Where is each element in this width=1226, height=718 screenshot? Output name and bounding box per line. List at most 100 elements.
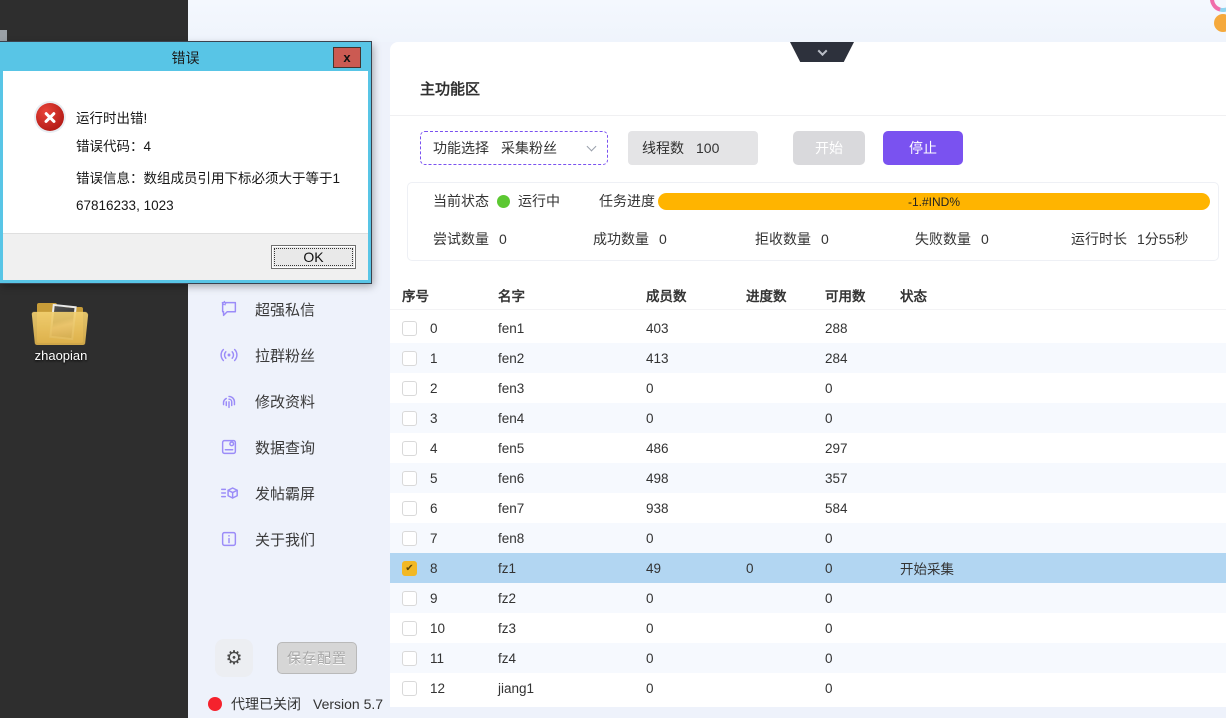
dialog-title: 错误 [172,48,200,68]
table-row[interactable]: 3 fen4 0 0 [390,403,1226,433]
cube-list-icon [218,482,240,504]
cell-available: 0 [825,561,900,576]
stop-button[interactable]: 停止 [883,131,963,165]
settings-button[interactable]: ⚙ [215,639,253,677]
controls-row: 功能选择 采集粉丝 线程数 100 开始 停止 [390,131,1226,165]
stat-label: 拒收数量 [755,229,811,249]
threads-label: 线程数 [642,138,684,158]
row-checkbox[interactable] [402,531,417,546]
table-row[interactable]: 5 fen6 498 357 [390,463,1226,493]
table-row[interactable]: 12 jiang1 0 0 [390,673,1226,703]
cell-available: 284 [825,351,900,366]
cell-available: 288 [825,321,900,336]
collapse-handle[interactable] [790,42,854,62]
desktop-folder-zhaopian[interactable]: zhaopian [25,303,97,363]
error-info-line: 错误信息：数组成员引用下标必须大于等于1 [76,167,340,187]
cell-available: 0 [825,591,900,606]
row-checkbox[interactable] [402,651,417,666]
cell-index: 6 [430,501,498,516]
stat-item: 失败数量 0 [915,229,989,249]
cell-members: 413 [646,351,746,366]
info-icon [218,528,240,550]
stat-item: 拒收数量 0 [755,229,829,249]
row-checkbox[interactable] [402,471,417,486]
dialog-titlebar[interactable]: 错误 [3,45,368,71]
ok-button[interactable]: OK [271,245,356,269]
current-status-value: 运行中 [518,191,560,211]
current-status-label: 当前状态 [433,191,489,211]
cell-available: 0 [825,411,900,426]
table-row[interactable]: 9 fz2 0 0 [390,583,1226,613]
row-checkbox[interactable] [402,621,417,636]
cell-members: 0 [646,651,746,666]
error-detail-numbers: 67816233, 1023 [76,198,174,213]
row-checkbox[interactable] [402,501,417,516]
cell-index: 2 [430,381,498,396]
table-row[interactable]: ✔ 8 fz1 49 0 0 开始采集 [390,553,1226,583]
sidebar-item-cube-list[interactable]: 发帖霸屏 [188,470,390,516]
cell-index: 11 [430,651,498,666]
stat-item: 运行时长 1分55秒 [1071,229,1188,249]
cell-index: 10 [430,621,498,636]
row-checkbox[interactable] [402,381,417,396]
function-select-value: 采集粉丝 [501,138,557,158]
cell-members: 49 [646,561,746,576]
sidebar-item-chat-star[interactable]: 超强私信 [188,286,390,332]
table-row[interactable]: 7 fen8 0 0 [390,523,1226,553]
cell-index: 3 [430,411,498,426]
table-header: 序号名字成员数进度数可用数状态 [390,280,1226,310]
chevron-down-icon [817,46,827,56]
cell-index: 12 [430,681,498,696]
cell-name: fen7 [498,501,646,516]
cell-available: 357 [825,471,900,486]
sidebar-item-label: 数据查询 [255,437,315,458]
dialog-close-button[interactable]: x [333,47,361,68]
sidebar-item-broadcast[interactable]: 拉群粉丝 [188,332,390,378]
sidebar-item-fingerprint[interactable]: 修改资料 [188,378,390,424]
row-checkbox[interactable]: ✔ [402,561,417,576]
table-row[interactable]: 1 fen2 413 284 [390,343,1226,373]
stat-value: 0 [821,231,829,247]
row-checkbox[interactable] [402,411,417,426]
status-card: 当前状态 运行中 任务进度 -1.#IND% 尝试数量 0 成功数量 0 拒收数… [407,182,1219,261]
cell-members: 0 [646,591,746,606]
proxy-status-dot-icon [208,697,222,711]
cell-index: 8 [430,561,498,576]
stat-value: 0 [981,231,989,247]
row-checkbox[interactable] [402,681,417,696]
cell-progress: 0 [746,561,825,576]
col-header-members: 成员数 [646,285,746,305]
function-select[interactable]: 功能选择 采集粉丝 [420,131,608,165]
cell-members: 0 [646,681,746,696]
row-checkbox[interactable] [402,591,417,606]
stat-value: 0 [659,231,667,247]
start-button[interactable]: 开始 [793,131,865,165]
error-icon [36,103,64,131]
running-status-dot-icon [497,195,510,208]
table-row[interactable]: 6 fen7 938 584 [390,493,1226,523]
threads-value: 100 [696,140,719,156]
table-row[interactable]: 4 fen5 486 297 [390,433,1226,463]
error-message-line1: 运行时出错! [76,107,147,127]
save-config-button[interactable]: 保存配置 [277,642,357,674]
cell-name: fen3 [498,381,646,396]
table-row[interactable]: 11 fz4 0 0 [390,643,1226,673]
sidebar-item-profile-card[interactable]: 数据查询 [188,424,390,470]
cell-name: fen4 [498,411,646,426]
row-checkbox[interactable] [402,321,417,336]
background-window-fragment [0,30,7,42]
sidebar-item-info[interactable]: 关于我们 [188,516,390,562]
profile-card-icon [218,436,240,458]
table-row[interactable]: 2 fen3 0 0 [390,373,1226,403]
task-progress-bar: -1.#IND% [658,193,1210,210]
table-row[interactable]: 10 fz3 0 0 [390,613,1226,643]
row-checkbox[interactable] [402,351,417,366]
cell-available: 0 [825,531,900,546]
col-header-available: 可用数 [825,285,900,305]
error-dialog: 错误 x 运行时出错! 错误代码：4 错误信息：数组成员引用下标必须大于等于1 … [0,42,371,283]
cell-name: fz1 [498,561,646,576]
threads-input[interactable]: 线程数 100 [628,131,758,165]
table-row[interactable]: 0 fen1 403 288 [390,313,1226,343]
row-checkbox[interactable] [402,441,417,456]
table-body: 0 fen1 403 288 1 fen2 413 284 2 fen3 0 0… [390,313,1226,703]
